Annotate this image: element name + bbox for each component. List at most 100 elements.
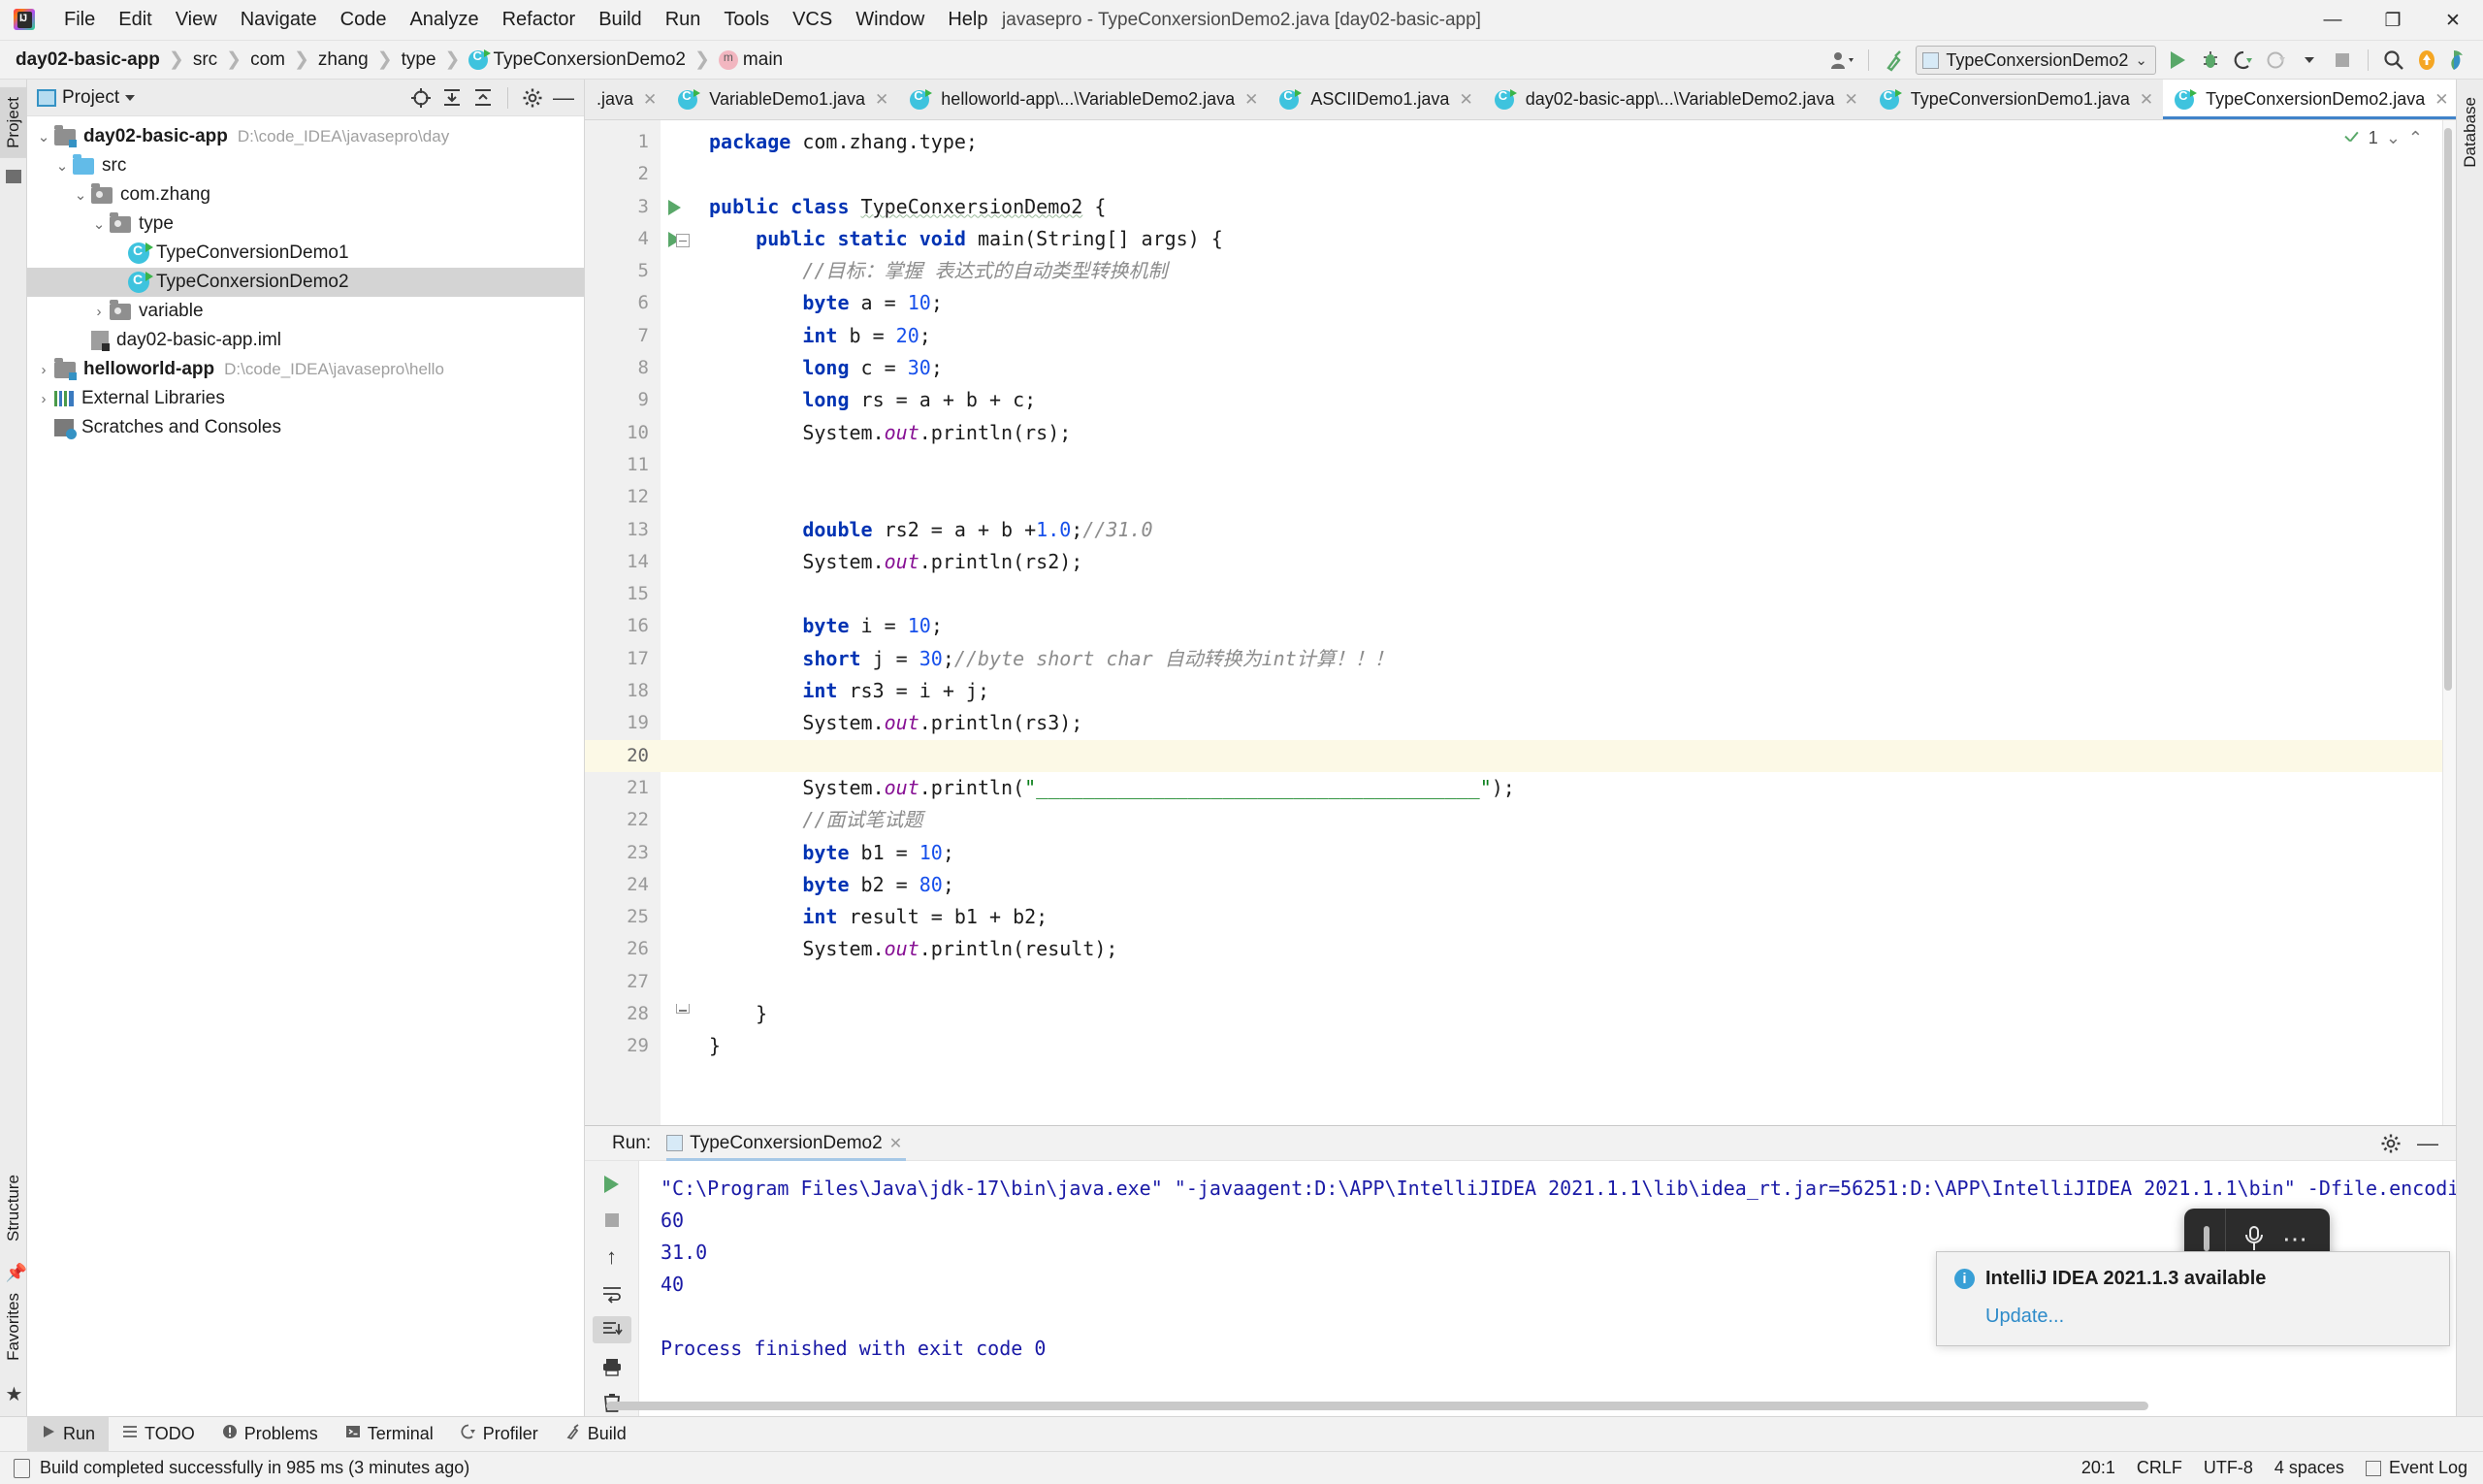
rail-tab-project[interactable]: Project [0,87,27,158]
menu-view[interactable]: View [164,6,229,34]
tree-item[interactable]: TypeConversionDemo1 [27,239,584,268]
run-configuration-selector[interactable]: TypeConxersionDemo2 ⌄ [1916,46,2156,75]
tree-item[interactable]: TypeConxersionDemo2 [27,268,584,297]
print-button[interactable] [593,1353,631,1380]
favorites-star-icon[interactable]: ★ [6,1382,23,1406]
close-icon[interactable]: ✕ [1459,90,1472,110]
code-line[interactable]: long rs = a + b + c; [705,384,2456,416]
tree-item[interactable]: Scratches and Consoles [27,413,584,442]
tree-expand-arrow-icon[interactable]: › [33,391,54,407]
tree-expand-arrow-icon[interactable]: ⌄ [51,157,73,175]
code-line[interactable]: System.out.println("____________________… [705,772,2456,804]
tree-item[interactable]: › External Libraries [27,384,584,413]
tree-item[interactable]: ⌄ day02-basic-app D:\code_IDEA\javasepro\d… [27,122,584,151]
maximize-button[interactable]: ❐ [2363,0,2423,41]
close-icon[interactable]: ✕ [2435,90,2448,110]
menu-tools[interactable]: Tools [712,6,781,34]
tool-window-button-terminal[interactable]: Terminal [332,1417,447,1452]
tree-item[interactable]: › helloworld-app D:\code_IDEA\javasepro\he… [27,355,584,384]
menu-vcs[interactable]: VCS [781,6,844,34]
breadcrumb-item-src[interactable]: src [191,49,219,71]
tool-window-button-profiler[interactable]: Profiler [447,1417,552,1452]
menu-build[interactable]: Build [587,6,653,34]
chevron-down-icon[interactable]: ⌄ [2386,128,2401,148]
code-line[interactable]: double rs2 = a + b +1.0;//31.0 [705,514,2456,546]
tree-item[interactable]: ⌄ com.zhang [27,180,584,210]
code-line[interactable] [705,481,2456,513]
tree-item[interactable]: ⌄ type [27,210,584,239]
menu-edit[interactable]: Edit [107,6,163,34]
stop-button[interactable] [2327,45,2358,76]
menu-code[interactable]: Code [329,6,399,34]
hide-panel-icon[interactable]: — [549,83,578,113]
code-line[interactable]: public static void main(String[] args) { [705,223,2456,255]
tool-window-button-run[interactable]: Run [27,1416,110,1452]
search-everywhere-icon[interactable] [2444,45,2475,76]
code-line[interactable]: System.out.println(rs2); [705,546,2456,578]
gear-icon[interactable] [2376,1129,2405,1158]
update-project-icon[interactable] [2411,45,2442,76]
code-line[interactable] [705,449,2456,481]
code-line[interactable]: public class TypeConxersionDemo2 { [705,191,2456,223]
code-line[interactable]: System.out.println(rs); [705,417,2456,449]
tool-window-button-todo[interactable]: TODO [109,1417,209,1452]
breadcrumb-item-com[interactable]: com [248,49,287,71]
menu-help[interactable]: Help [936,6,999,34]
editor-tab[interactable]: TypeConversionDemo1.java ✕ [1868,80,2163,119]
dropdown-more-icon[interactable] [2294,45,2325,76]
code-editor[interactable]: package com.zhang.type; public class Typ… [705,120,2456,1125]
code-line[interactable]: int rs3 = i + j; [705,675,2456,707]
code-line[interactable] [705,966,2456,998]
editor-tab[interactable]: TypeConxersionDemo2.java ✕ [2163,80,2456,119]
code-line[interactable] [705,158,2456,190]
inspection-widget[interactable]: 1 ⌄ ⌃ [2343,128,2423,148]
code-line[interactable]: System.out.println(result); [705,933,2456,965]
indent-setting[interactable]: 4 spaces [2274,1458,2344,1478]
tree-expand-arrow-icon[interactable]: ⌄ [33,128,54,145]
rail-tab-favorites[interactable]: Favorites [0,1283,27,1371]
tree-item[interactable]: day02-basic-app.iml [27,326,584,355]
code-line[interactable]: } [705,998,2456,1030]
chevron-up-icon[interactable]: ⌃ [2408,128,2423,148]
close-icon[interactable]: ✕ [875,90,888,110]
microphone-icon[interactable] [2245,1226,2263,1251]
code-line[interactable]: byte i = 10; [705,610,2456,642]
editor-tab[interactable]: .java ✕ [585,80,666,119]
minimize-button[interactable]: — [2303,0,2363,41]
breadcrumb-item-zhang[interactable]: zhang [316,49,371,71]
code-line[interactable]: long c = 30; [705,352,2456,384]
debug-button[interactable] [2195,45,2226,76]
code-fold-end-icon[interactable] [676,1004,690,1015]
breadcrumb-item-module[interactable]: day02-basic-app [14,49,162,71]
caret-position[interactable]: 20:1 [2081,1458,2115,1478]
tree-item[interactable]: ⌄ src [27,151,584,180]
user-account-icon[interactable] [1827,45,1858,76]
line-separator[interactable]: CRLF [2137,1458,2182,1478]
soft-wrap-button[interactable] [593,1280,631,1307]
close-icon[interactable]: ✕ [889,1134,902,1153]
chevron-down-icon[interactable] [125,94,136,101]
menu-run[interactable]: Run [654,6,713,34]
tool-window-button-build[interactable]: Build [552,1417,640,1452]
tree-item[interactable]: › variable [27,297,584,326]
close-icon[interactable]: ✕ [2140,90,2153,110]
breadcrumb-item-method[interactable]: main [717,49,785,71]
scroll-up-button[interactable]: ↑ [593,1243,631,1271]
event-log-button[interactable]: Event Log [2365,1458,2467,1478]
close-icon[interactable]: ✕ [1244,90,1258,110]
menu-refactor[interactable]: Refactor [491,6,588,34]
tree-expand-arrow-icon[interactable]: ⌄ [88,215,110,233]
code-line[interactable]: short j = 30;//byte short char 自动转换为int计… [705,643,2456,675]
code-line[interactable]: byte b1 = 10; [705,837,2456,869]
editor-tab[interactable]: day02-basic-app\...\VariableDemo2.java ✕ [1483,80,1868,119]
build-hammer-icon[interactable] [1879,45,1910,76]
code-line[interactable]: } [705,1030,2456,1062]
scrollbar-thumb[interactable] [606,1402,2148,1410]
rail-tab-structure[interactable]: Structure [0,1165,27,1251]
editor-tab[interactable]: helloworld-app\...\VariableDemo2.java ✕ [898,80,1268,119]
console-horizontal-scrollbar[interactable] [606,1402,2442,1410]
code-line[interactable]: int result = b1 + b2; [705,901,2456,933]
search-icon[interactable] [2378,45,2409,76]
commit-icon[interactable] [5,169,21,183]
scrollbar-thumb[interactable] [2444,128,2452,691]
